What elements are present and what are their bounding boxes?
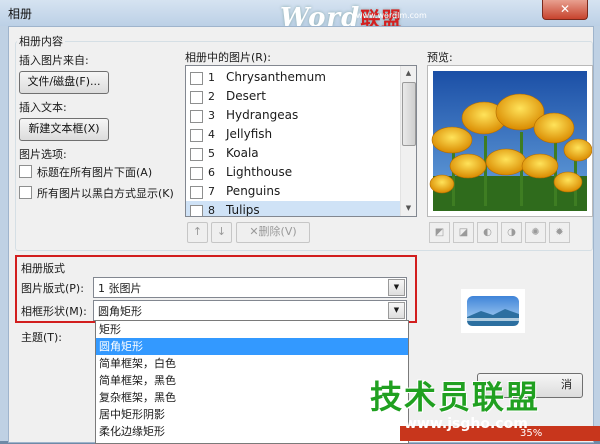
black-white-checkbox[interactable] <box>19 186 32 199</box>
list-item-checkbox[interactable] <box>190 148 203 161</box>
delete-label: 删除(V) <box>258 225 297 238</box>
list-item-number: 5 <box>208 147 215 160</box>
scroll-thumb[interactable] <box>402 82 416 146</box>
list-item-number: 7 <box>208 185 215 198</box>
list-item-checkbox[interactable] <box>190 129 203 142</box>
move-up-button[interactable]: ↑ <box>187 222 208 243</box>
caption-checkbox[interactable] <box>19 165 32 178</box>
list-item-number: 1 <box>208 71 215 84</box>
list-item[interactable]: 3 Hydrangeas <box>186 106 400 125</box>
list-item-name: Lighthouse <box>226 165 293 179</box>
list-item[interactable]: 6 Lighthouse <box>186 163 400 182</box>
close-button[interactable]: ✕ <box>542 0 588 20</box>
list-item-checkbox[interactable] <box>190 186 203 199</box>
black-white-option-label: 所有图片以黑白方式显示(K) <box>37 187 174 200</box>
preview-image <box>427 65 593 217</box>
frame-shape-value: 圆角矩形 <box>98 305 142 318</box>
watermark-bottom-text: 技术员联盟 <box>370 378 541 416</box>
list-item-checkbox[interactable] <box>190 205 203 216</box>
contrast-down-icon[interactable]: ◑ <box>501 222 522 243</box>
delete-icon: ✕ <box>249 225 259 238</box>
frame-option-center-shadow[interactable]: 居中矩形阴影 <box>96 406 408 423</box>
theme-label: 主题(T): <box>21 331 63 344</box>
brightness-down-icon[interactable]: ✹ <box>549 222 570 243</box>
delete-button[interactable]: ✕删除(V) <box>236 222 310 243</box>
rotate-left-icon[interactable]: ◩ <box>429 222 450 243</box>
list-scrollbar[interactable]: ▲ ▼ <box>400 66 416 216</box>
list-item-number: 8 <box>208 204 215 217</box>
list-item-name: Penguins <box>226 184 281 198</box>
title-bar: 相册 Word联盟 www.wordlm.com ✕ <box>0 0 600 33</box>
move-down-button[interactable]: ↓ <box>211 222 232 243</box>
chevron-down-icon[interactable]: ▼ <box>388 279 405 296</box>
list-item-number: 6 <box>208 166 215 179</box>
frame-option-rounded-rectangle[interactable]: 圆角矩形 <box>96 338 408 355</box>
list-item-selected[interactable]: 8 Tulips <box>186 201 400 217</box>
list-item[interactable]: 1 Chrysanthemum <box>186 68 400 87</box>
frame-shape-dropdown[interactable]: 矩形 圆角矩形 简单框架，白色 简单框架，黑色 复杂框架，黑色 居中矩形阴影 柔… <box>95 320 409 444</box>
cancel-button-label: 消 <box>561 378 572 391</box>
list-item-name: Hydrangeas <box>226 108 299 122</box>
frame-option-simple-black[interactable]: 简单框架，黑色 <box>96 372 408 389</box>
list-item-name: Jellyfish <box>226 127 273 141</box>
file-disk-button[interactable]: 文件/磁盘(F)... <box>19 71 109 94</box>
list-item[interactable]: 7 Penguins <box>186 182 400 201</box>
picture-layout-select[interactable]: 1 张图片 ▼ <box>93 277 407 298</box>
frame-shape-preview <box>461 289 525 333</box>
picture-list[interactable]: 1 Chrysanthemum 2 Desert 3 Hydrangeas 4 Jell… <box>185 65 417 217</box>
album-dialog: 相册 Word联盟 www.wordlm.com ✕ 相册内容 插入图片来自: … <box>0 0 600 444</box>
list-item[interactable]: 2 Desert <box>186 87 400 106</box>
list-item-name: Chrysanthemum <box>226 70 326 84</box>
brightness-up-icon[interactable]: ✺ <box>525 222 546 243</box>
list-item-checkbox[interactable] <box>190 110 203 123</box>
frame-option-soft-edge[interactable]: 柔化边缘矩形 <box>96 423 408 440</box>
window-title: 相册 <box>8 7 33 21</box>
chevron-down-icon[interactable]: ▼ <box>388 302 405 319</box>
picture-layout-value: 1 张图片 <box>98 282 142 295</box>
frame-shape-label: 相框形状(M): <box>21 305 87 318</box>
frame-preview-image <box>467 296 519 326</box>
album-content-label: 相册内容 <box>17 33 65 49</box>
picture-layout-label: 图片版式(P): <box>21 282 84 295</box>
scroll-up-arrow-icon[interactable]: ▲ <box>401 66 416 81</box>
contrast-up-icon[interactable]: ◐ <box>477 222 498 243</box>
list-item-name: Desert <box>226 89 266 103</box>
watermark-url: www.wordlm.com <box>356 11 427 20</box>
list-item[interactable]: 5 Koala <box>186 144 400 163</box>
pictures-in-album-label: 相册中的图片(R): <box>185 51 271 64</box>
list-item-checkbox[interactable] <box>190 91 203 104</box>
scroll-down-arrow-icon[interactable]: ▼ <box>401 201 416 216</box>
rotate-right-icon[interactable]: ◪ <box>453 222 474 243</box>
preview-label: 预览: <box>427 51 453 64</box>
picture-options-label: 图片选项: <box>19 148 67 161</box>
list-item[interactable]: 4 Jellyfish <box>186 125 400 144</box>
list-item-checkbox[interactable] <box>190 167 203 180</box>
frame-shape-select[interactable]: 圆角矩形 ▼ <box>93 300 407 321</box>
list-item-number: 2 <box>208 90 215 103</box>
tulips-photo <box>429 71 593 211</box>
list-item-checkbox[interactable] <box>190 72 203 85</box>
album-layout-label: 相册版式 <box>21 262 65 275</box>
caption-option-label: 标题在所有图片下面(A) <box>37 166 153 179</box>
frame-option-rectangle[interactable]: 矩形 <box>96 321 408 338</box>
list-item-name: Koala <box>226 146 259 160</box>
list-item-number: 4 <box>208 128 215 141</box>
watermark-bottom-url: www.jsgho.com <box>404 416 528 432</box>
list-item-number: 3 <box>208 109 215 122</box>
insert-from-label: 插入图片来自: <box>19 54 89 67</box>
new-textbox-button[interactable]: 新建文本框(X) <box>19 118 109 141</box>
insert-text-label: 插入文本: <box>19 101 67 114</box>
frame-option-compound-black[interactable]: 复杂框架，黑色 <box>96 389 408 406</box>
frame-option-simple-white[interactable]: 简单框架，白色 <box>96 355 408 372</box>
list-item-name: Tulips <box>226 203 260 217</box>
